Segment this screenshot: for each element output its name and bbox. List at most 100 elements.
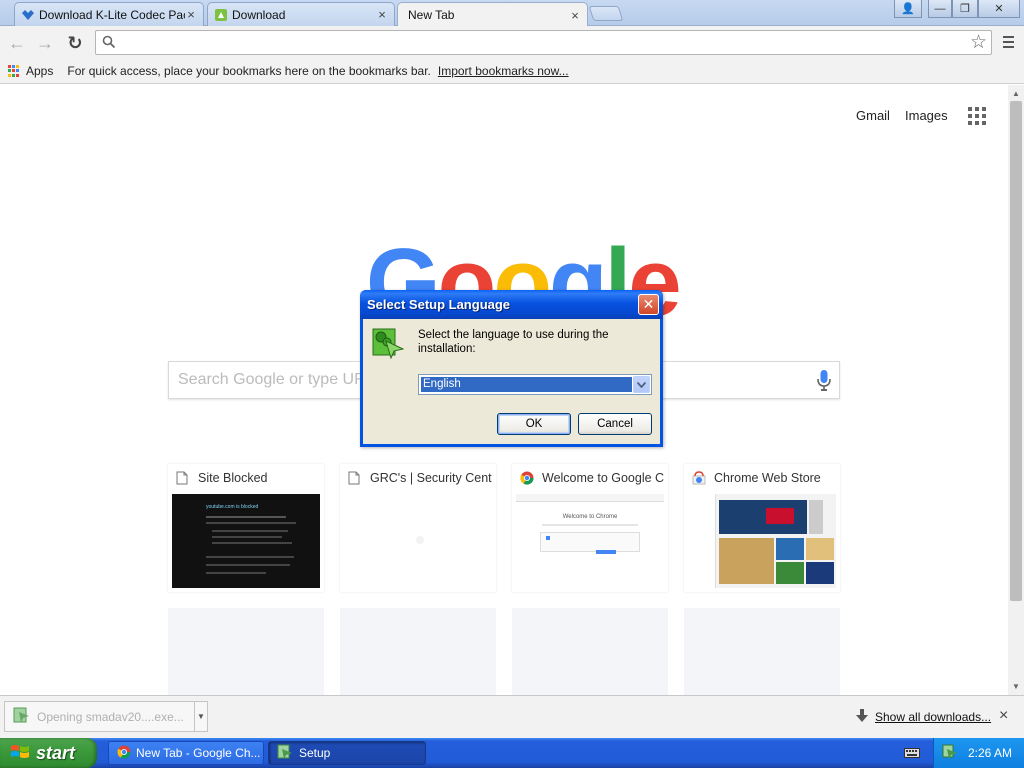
download-shelf: Opening smadav20....exe... ▼ Show all do… <box>0 695 1024 738</box>
browser-toolbar: ← → ↻ ☆ <box>0 26 1024 59</box>
profile-button[interactable]: 👤 <box>894 0 922 18</box>
tab-close-icon[interactable]: × <box>569 8 581 23</box>
download-item[interactable]: Opening smadav20....exe... ▼ <box>4 701 208 732</box>
dialog-message: Select the language to use during the in… <box>418 329 609 355</box>
menu-bar <box>1002 36 1014 38</box>
google-apps-icon[interactable] <box>968 107 986 128</box>
tray-app-icon[interactable] <box>942 744 958 763</box>
minimize-icon: — <box>934 2 946 15</box>
microphone-icon[interactable] <box>817 370 831 395</box>
clock: 2:26 AM <box>968 746 1013 760</box>
tile-thumbnail: Welcome to Chrome <box>516 494 664 588</box>
tab-download[interactable]: Download × <box>207 2 395 26</box>
dialog-title: Select Setup Language <box>367 297 511 312</box>
most-visited-tile-grc[interactable]: GRC's | Security Cent <box>340 464 496 592</box>
reload-icon: ↻ <box>67 32 83 53</box>
chrome-logo-icon <box>117 745 131 762</box>
menu-bar <box>1002 41 1014 43</box>
keyboard-icon[interactable] <box>904 746 920 763</box>
setup-file-icon <box>13 706 31 727</box>
tile-title: Chrome Web Store <box>714 471 821 485</box>
close-icon: ✕ <box>994 3 1004 15</box>
page-scrollbar[interactable]: ▲ ▼ <box>1008 85 1024 695</box>
most-visited-tile-site-blocked[interactable]: Site Blocked youtube.com is blocked <box>168 464 324 592</box>
system-tray: 2:26 AM <box>933 738 1024 768</box>
new-tab-button[interactable] <box>588 6 624 21</box>
scroll-down-icon[interactable]: ▼ <box>1008 679 1024 693</box>
search-icon <box>102 35 116 52</box>
scroll-thumb[interactable] <box>1010 101 1022 601</box>
start-label: start <box>36 742 76 763</box>
tile-title: Welcome to Google C <box>542 471 665 485</box>
apps-grid-icon[interactable] <box>8 65 20 77</box>
language-select[interactable]: English <box>418 374 652 395</box>
tab-strip: Download K-Lite Codec Pack × Download × … <box>0 0 1024 27</box>
scroll-up-icon[interactable]: ▲ <box>1008 86 1024 100</box>
taskbar-item-label: New Tab - Google Ch... <box>136 746 261 760</box>
klite-favicon-icon <box>21 8 35 22</box>
restore-button[interactable]: ❐ <box>952 0 978 18</box>
taskbar-item-chrome[interactable]: New Tab - Google Ch... <box>108 741 264 765</box>
cancel-label: Cancel <box>597 418 633 430</box>
tile-thumbnail <box>344 494 492 588</box>
selected-language: English <box>421 377 632 392</box>
tab-new-tab[interactable]: New Tab × <box>397 2 588 27</box>
empty-tile <box>168 608 324 695</box>
download-favicon-icon <box>214 8 228 22</box>
close-shelf-icon[interactable]: × <box>999 707 1008 725</box>
web-store-icon <box>692 471 706 485</box>
download-arrow-icon <box>856 709 868 726</box>
tab-close-icon[interactable]: × <box>376 7 388 22</box>
show-all-downloads-link[interactable]: Show all downloads... <box>875 710 991 724</box>
import-bookmarks-link[interactable]: Import bookmarks now... <box>438 64 569 78</box>
back-button[interactable]: ← <box>6 32 28 54</box>
apps-shortcut[interactable]: Apps <box>26 64 53 78</box>
menu-bar <box>1002 46 1014 48</box>
setup-language-dialog: Select Setup Language ✕ Select the langu… <box>360 290 663 447</box>
chevron-down-icon[interactable] <box>633 376 650 393</box>
tab-label: Download <box>232 7 286 22</box>
forward-button[interactable]: → <box>34 32 56 54</box>
bookmarks-bar: Apps For quick access, place your bookma… <box>0 59 1024 84</box>
window-close-button[interactable]: ✕ <box>978 0 1020 18</box>
omnibox[interactable]: ☆ <box>95 30 992 55</box>
most-visited-tile-web-store[interactable]: Chrome Web Store <box>684 464 840 592</box>
dialog-close-button[interactable]: ✕ <box>638 294 659 315</box>
chrome-menu-button[interactable] <box>998 32 1018 52</box>
tab-klite[interactable]: Download K-Lite Codec Pack × <box>14 2 204 26</box>
ok-label: OK <box>525 418 543 430</box>
thumb-text: youtube.com is blocked <box>206 504 259 510</box>
page-icon <box>176 471 190 485</box>
dialog-body: Select the language to use during the in… <box>363 319 660 444</box>
restore-icon: ❐ <box>960 3 970 15</box>
gmail-link[interactable]: Gmail <box>856 108 890 123</box>
cancel-button[interactable]: Cancel <box>578 413 652 435</box>
tile-thumbnail: youtube.com is blocked <box>172 494 320 588</box>
chrome-logo-icon <box>520 471 534 485</box>
dialog-titlebar[interactable]: Select Setup Language ✕ <box>360 290 663 319</box>
tile-title: Site Blocked <box>198 471 268 485</box>
images-link[interactable]: Images <box>905 108 948 123</box>
tab-label: New Tab <box>408 8 455 22</box>
tab-close-icon[interactable]: × <box>185 7 197 22</box>
arrow-right-icon: → <box>36 32 54 53</box>
ok-button[interactable]: OK <box>497 413 571 435</box>
start-button[interactable]: start <box>0 738 97 768</box>
page-icon <box>348 471 362 485</box>
chevron-down-icon[interactable]: ▼ <box>194 702 207 731</box>
setup-file-icon <box>277 744 293 763</box>
minimize-button[interactable]: — <box>928 0 952 18</box>
reload-button[interactable]: ↻ <box>64 32 86 54</box>
empty-tile <box>512 608 668 695</box>
taskbar-item-setup[interactable]: Setup <box>268 741 426 765</box>
taskbar-item-label: Setup <box>299 746 331 760</box>
most-visited-tile-welcome-chrome[interactable]: Welcome to Google C Welcome to Chrome <box>512 464 668 592</box>
close-icon: ✕ <box>642 296 655 312</box>
windows-logo-icon <box>10 743 30 764</box>
bookmarks-hint: For quick access, place your bookmarks h… <box>67 64 431 78</box>
bookmark-star-icon[interactable]: ☆ <box>970 31 987 54</box>
thumb-text: Welcome to Chrome <box>562 514 618 520</box>
arrow-left-icon: ← <box>8 32 26 53</box>
profile-icon: 👤 <box>901 3 915 15</box>
tile-thumbnail <box>688 494 836 588</box>
